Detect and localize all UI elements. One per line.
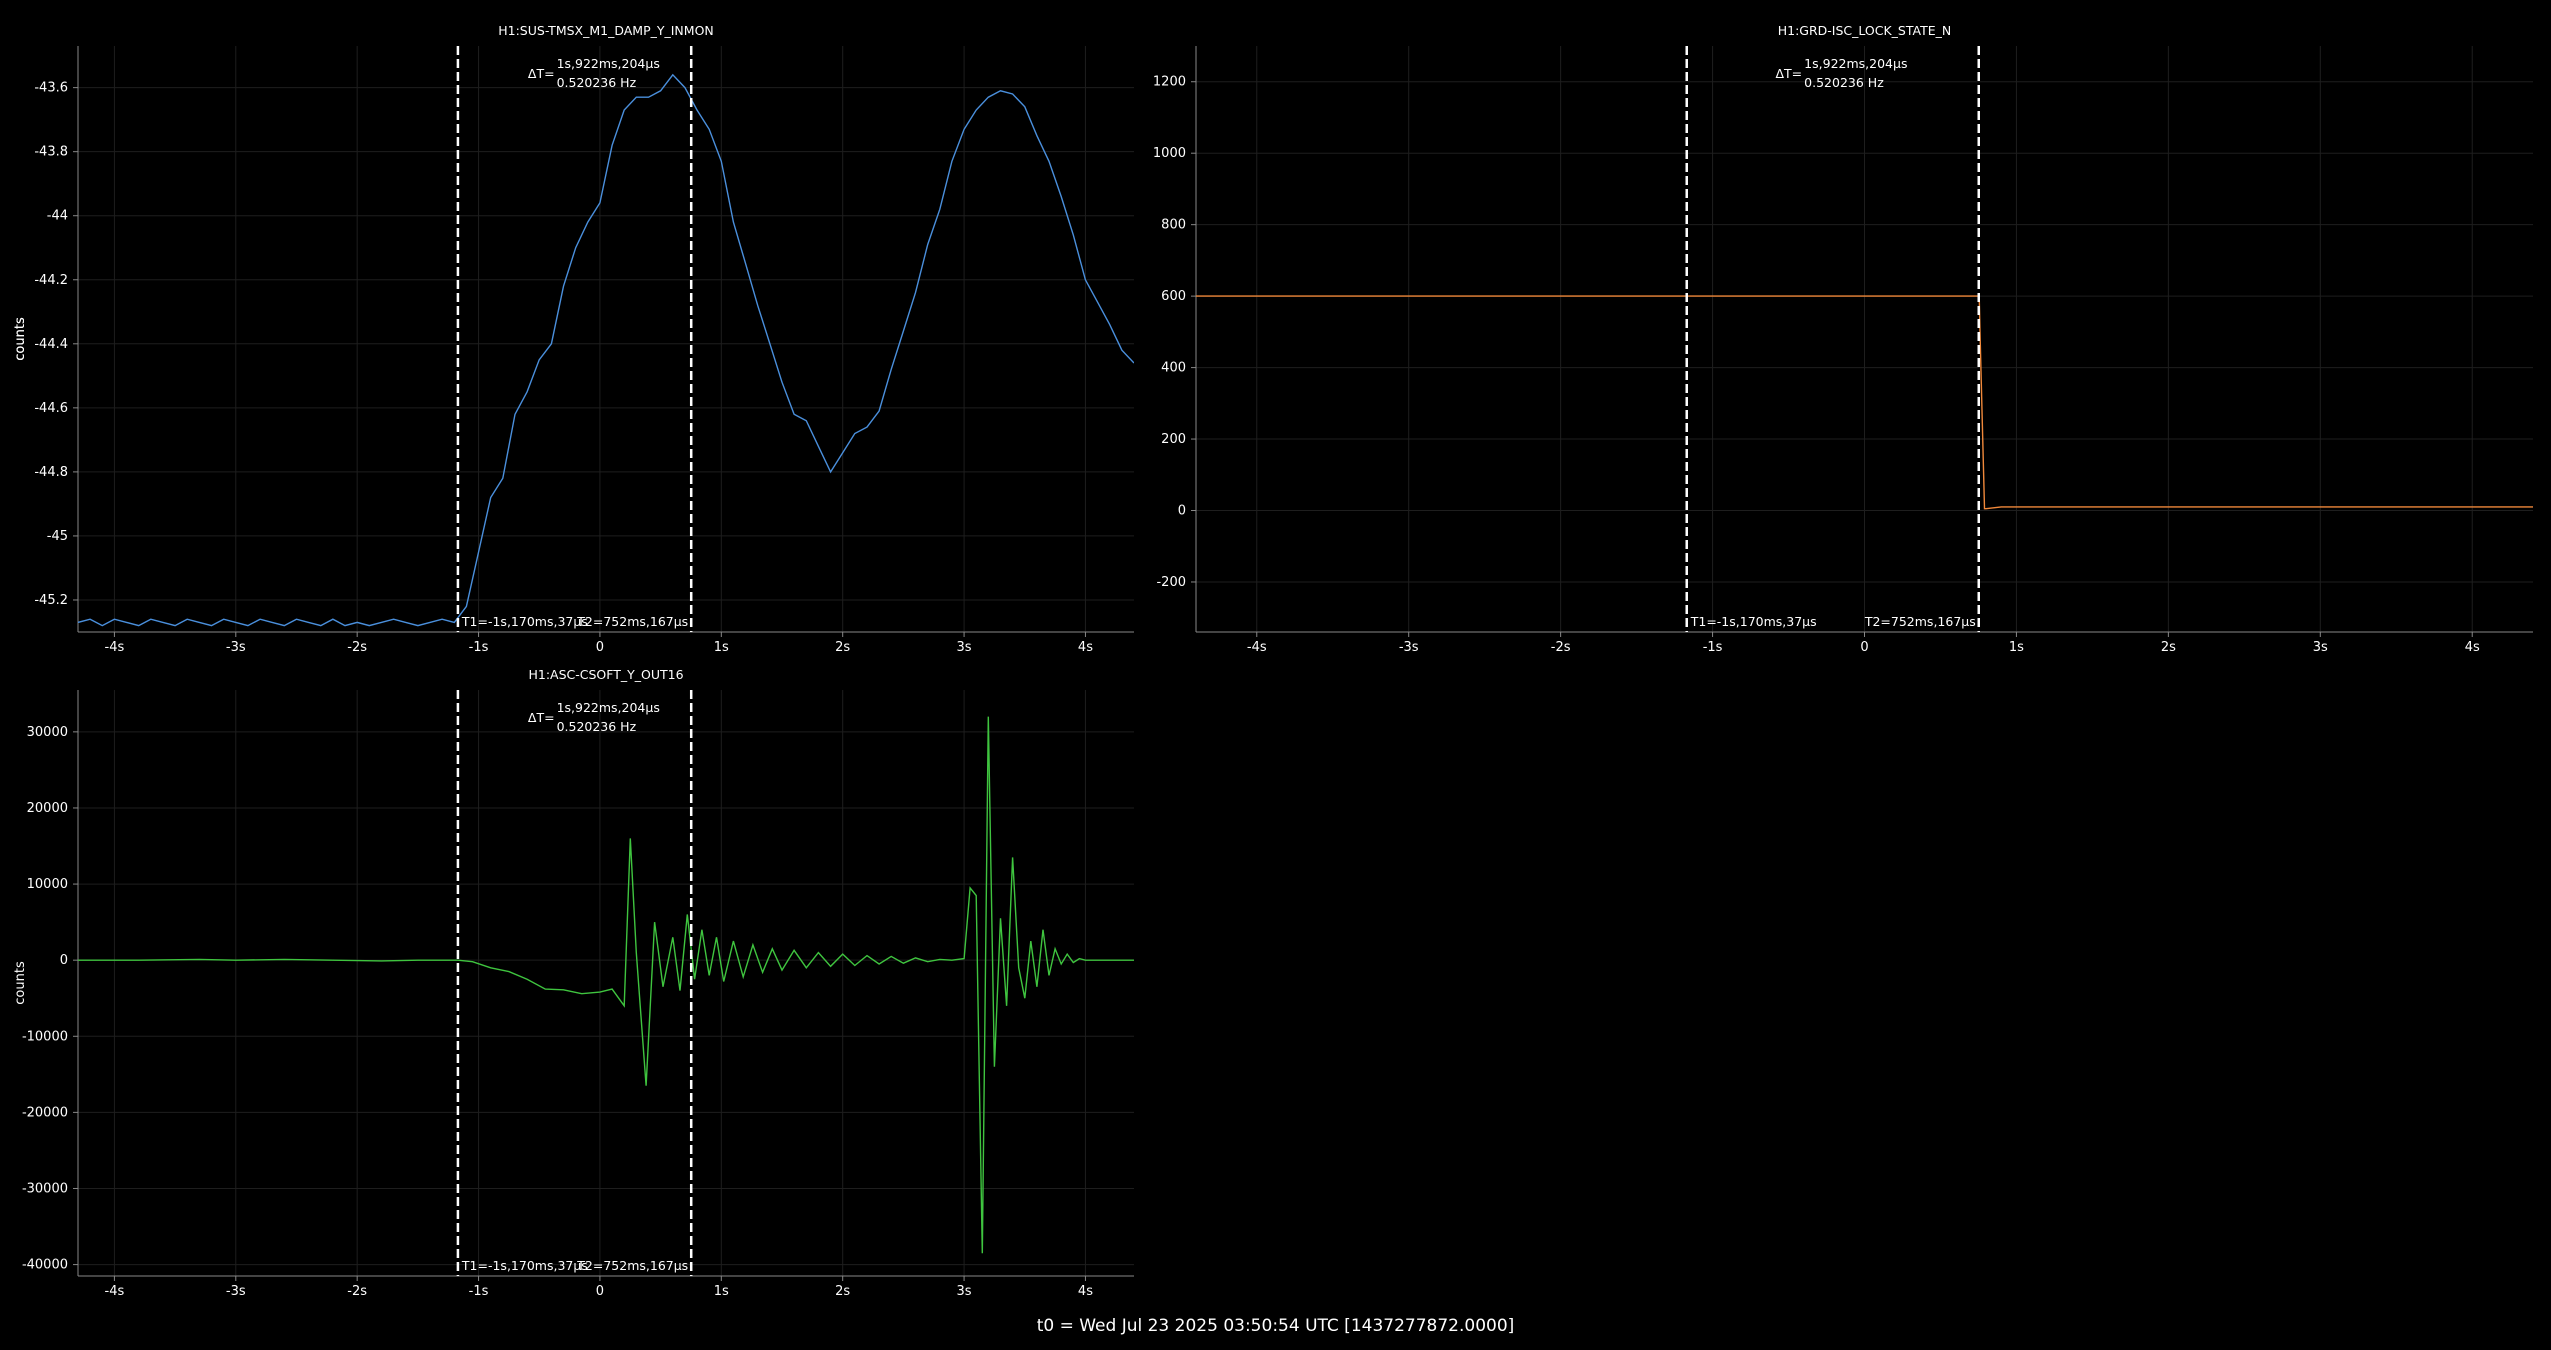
delta-prefix: ΔT= xyxy=(528,66,555,81)
cursor-t2-label: T2=752ms,167µs xyxy=(1864,614,1976,629)
delta-prefix: ΔT= xyxy=(1776,66,1803,81)
y-tick-label: -30000 xyxy=(22,1181,68,1196)
x-tick-label: -4s xyxy=(1247,640,1267,655)
x-tick-label: 4s xyxy=(2465,640,2480,655)
y-tick-label: -44.8 xyxy=(34,465,68,480)
cursor-t1-label: T1=-1s,170ms,37µs xyxy=(461,1258,588,1273)
x-tick-label: -4s xyxy=(105,640,125,655)
y-tick-label: -44.2 xyxy=(34,273,68,288)
x-tick-label: 1s xyxy=(2009,640,2024,655)
chart-title: H1:ASC-CSOFT_Y_OUT16 xyxy=(528,667,683,682)
x-tick-label: -2s xyxy=(1551,640,1571,655)
chart-sus-tmsx-damp-y-inmon: -4s -3s -2s -1s 0 1s 2s 3s 4s -45.2 -45 -44.8 -44.6 -… xyxy=(13,23,1134,655)
x-tick-label: -1s xyxy=(469,1284,489,1299)
x-tick-label: 3s xyxy=(957,1284,972,1299)
x-tick-label: 0 xyxy=(1860,640,1868,655)
chart-asc-csoft-y-out16: -4s -3s -2s -1s 0 1s 2s 3s 4s -40000 -30000 -20000 -… xyxy=(13,667,1134,1299)
chart-grd-isc-lock-state-n: -4s -3s -2s -1s 0 1s 2s 3s 4s -200 0 200 400 600 800 10… xyxy=(13,23,2533,655)
cursor-t2-label: T2=752ms,167µs xyxy=(576,1258,688,1273)
x-tick-label: -2s xyxy=(347,640,367,655)
delta-frequency: 0.520236 Hz xyxy=(557,75,637,90)
y-tick-label: 0 xyxy=(60,953,68,968)
x-tick-label: -3s xyxy=(1399,640,1419,655)
chart-title: H1:GRD-ISC_LOCK_STATE_N xyxy=(1778,23,1952,38)
series-line xyxy=(78,716,1134,1254)
y-tick-label: -44.4 xyxy=(34,337,68,352)
cursor-t1-label: T1=-1s,170ms,37µs xyxy=(461,614,588,629)
delta-time: 1s,922ms,204µs xyxy=(1804,56,1907,71)
delta-time: 1s,922ms,204µs xyxy=(557,56,660,71)
y-tick-label: 600 xyxy=(1161,289,1186,304)
y-tick-label: -44.6 xyxy=(34,401,68,416)
series-line xyxy=(78,73,1134,627)
y-tick-label: -40000 xyxy=(22,1258,68,1273)
plot-canvas: -4s -3s -2s -1s 0 1s 2s 3s 4s-45.2-45-44.8-44.6-… xyxy=(13,23,2533,1299)
chart-title: H1:SUS-TMSX_M1_DAMP_Y_INMON xyxy=(498,23,714,38)
y-tick-label: 1200 xyxy=(1153,75,1186,90)
y-tick-label: -45 xyxy=(47,529,68,544)
x-tick-label: 4s xyxy=(1078,1284,1093,1299)
y-tick-label: -10000 xyxy=(22,1029,68,1044)
x-tick-label: 2s xyxy=(2161,640,2176,655)
x-tick-label: 0 xyxy=(596,1284,604,1299)
y-tick-label: -20000 xyxy=(22,1105,68,1120)
y-axis-label: counts xyxy=(13,317,28,361)
y-tick-label: 800 xyxy=(1161,218,1186,233)
x-tick-label: 3s xyxy=(957,640,972,655)
x-tick-label: 3s xyxy=(2313,640,2328,655)
x-tick-label: -3s xyxy=(226,640,246,655)
y-tick-label: -200 xyxy=(1156,575,1186,590)
x-tick-label: -1s xyxy=(469,640,489,655)
y-tick-label: 10000 xyxy=(27,877,68,892)
y-tick-label: 30000 xyxy=(27,725,68,740)
x-tick-label: -1s xyxy=(1703,640,1723,655)
y-tick-label: -43.8 xyxy=(34,145,68,160)
y-tick-label: 20000 xyxy=(27,801,68,816)
x-tick-label: 2s xyxy=(835,1284,850,1299)
x-tick-label: 2s xyxy=(835,640,850,655)
cursor-t2-label: T2=752ms,167µs xyxy=(576,614,688,629)
x-tick-label: -3s xyxy=(226,1284,246,1299)
t0-footer: t0 = Wed Jul 23 2025 03:50:54 UTC [14372… xyxy=(1036,1316,1515,1336)
y-tick-label: 1000 xyxy=(1153,146,1186,161)
x-tick-label: 0 xyxy=(596,640,604,655)
y-tick-label: 400 xyxy=(1161,361,1186,376)
y-tick-label: 0 xyxy=(1178,504,1186,519)
x-tick-label: 1s xyxy=(714,640,729,655)
x-tick-label: 1s xyxy=(714,1284,729,1299)
y-tick-label: -44 xyxy=(47,209,68,224)
x-tick-label: -4s xyxy=(105,1284,125,1299)
delta-prefix: ΔT= xyxy=(528,710,555,725)
x-tick-label: 4s xyxy=(1078,640,1093,655)
delta-time: 1s,922ms,204µs xyxy=(557,700,660,715)
x-tick-label: -2s xyxy=(347,1284,367,1299)
y-tick-label: -45.2 xyxy=(34,593,68,608)
delta-frequency: 0.520236 Hz xyxy=(557,719,637,734)
y-tick-label: 200 xyxy=(1161,432,1186,447)
delta-frequency: 0.520236 Hz xyxy=(1804,75,1884,90)
y-axis-label: counts xyxy=(13,961,28,1005)
y-tick-label: -43.6 xyxy=(34,81,68,96)
cursor-t1-label: T1=-1s,170ms,37µs xyxy=(1690,614,1817,629)
